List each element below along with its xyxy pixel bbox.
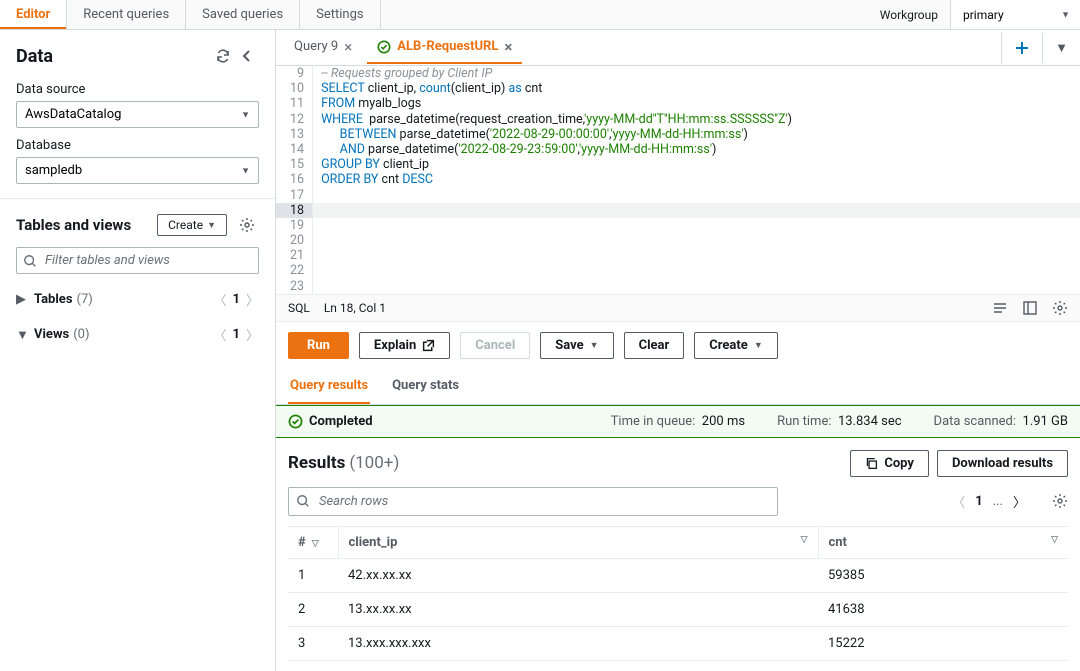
nav-tab-editor[interactable]: Editor: [0, 0, 67, 29]
completion-bar: Completed Time in queue: 200 ms Run time…: [276, 405, 1080, 438]
sidebar: Data Data source AwsDataCatalog Database…: [0, 30, 276, 671]
run-button[interactable]: Run: [288, 332, 349, 359]
close-icon[interactable]: ×: [344, 38, 352, 56]
create-table-button[interactable]: Create▼: [157, 214, 227, 236]
nav-tab-saved[interactable]: Saved queries: [186, 0, 300, 29]
tab-query-stats[interactable]: Query stats: [390, 369, 461, 404]
code-editor[interactable]: 91011121314151617181920212223 -- Request…: [276, 66, 1080, 294]
gear-icon[interactable]: [235, 213, 259, 237]
query-tab-0[interactable]: Query 9 ×: [284, 32, 362, 64]
layout-icon[interactable]: [1022, 300, 1038, 316]
nav-tab-recent[interactable]: Recent queries: [67, 0, 186, 29]
prev-page-icon[interactable]: 〈: [214, 290, 227, 309]
status-text: Completed: [309, 414, 373, 429]
results-table: #▽ client_ip▽ cnt▽ 142.xx.xx.xx59385213.…: [288, 526, 1068, 661]
workgroup-label: Workgroup: [868, 0, 950, 29]
nav-tab-settings[interactable]: Settings: [300, 0, 380, 29]
tables-tree-node[interactable]: ▶ Tables (7) 〈 1 〉: [16, 282, 259, 317]
tables-views-title: Tables and views: [16, 216, 149, 234]
chevron-right-icon: ▶: [16, 292, 28, 307]
explain-button[interactable]: Explain: [359, 332, 450, 359]
query-tabs: Query 9 × ALB-RequestURL × ▼: [276, 30, 1080, 66]
views-tree-node[interactable]: ▼ Views (0) 〈 1 〉: [16, 317, 259, 352]
download-button[interactable]: Download results: [937, 450, 1068, 477]
results-pagination: 〈 1 ... 〉: [952, 492, 1068, 511]
filter-tables-input[interactable]: [16, 247, 259, 274]
data-source-select[interactable]: AwsDataCatalog: [16, 101, 259, 128]
refresh-icon[interactable]: [211, 44, 235, 68]
search-rows-input[interactable]: [288, 487, 778, 516]
table-row[interactable]: 313.xxx.xxx.xxx15222: [288, 626, 1068, 660]
table-row[interactable]: 142.xx.xx.xx59385: [288, 558, 1068, 592]
prev-page-icon[interactable]: 〈: [952, 492, 965, 511]
add-tab-button[interactable]: [1001, 33, 1042, 63]
database-label: Database: [16, 138, 259, 153]
prev-page-icon[interactable]: 〈: [214, 325, 227, 344]
copy-button[interactable]: Copy: [850, 450, 929, 477]
query-tab-1[interactable]: ALB-RequestURL ×: [367, 32, 522, 64]
workgroup-select[interactable]: primary: [950, 0, 1080, 29]
action-bar: Run Explain Cancel Save▼ Clear Create▼: [276, 322, 1080, 369]
table-row[interactable]: 213.xx.xx.xx41638: [288, 592, 1068, 626]
next-page-icon[interactable]: 〉: [1013, 492, 1026, 511]
search-icon: [23, 254, 37, 268]
cursor-pos: Ln 18, Col 1: [324, 301, 386, 315]
editor-statusbar: SQL Ln 18, Col 1: [276, 294, 1080, 322]
col-cnt[interactable]: cnt▽: [818, 526, 1068, 558]
lang-indicator: SQL: [288, 301, 310, 315]
results-title: Results: [288, 453, 345, 473]
tab-menu-button[interactable]: ▼: [1042, 33, 1080, 63]
top-nav: Editor Recent queries Saved queries Sett…: [0, 0, 1080, 30]
chevron-down-icon: ▼: [16, 327, 28, 343]
close-icon[interactable]: ×: [504, 38, 512, 56]
results-count: (100+): [349, 453, 399, 473]
gear-icon[interactable]: [1052, 300, 1068, 316]
create-button[interactable]: Create▼: [694, 332, 777, 359]
next-page-icon[interactable]: 〉: [246, 325, 259, 344]
data-source-label: Data source: [16, 82, 259, 97]
gear-icon[interactable]: [1052, 493, 1068, 509]
result-tabs: Query results Query stats: [276, 369, 1080, 405]
next-page-icon[interactable]: 〉: [246, 290, 259, 309]
col-client-ip[interactable]: client_ip▽: [338, 526, 818, 558]
cancel-button: Cancel: [460, 332, 530, 359]
sidebar-title: Data: [16, 46, 211, 67]
save-button[interactable]: Save▼: [540, 332, 613, 359]
check-circle-icon: [288, 414, 303, 429]
database-select[interactable]: sampledb: [16, 157, 259, 184]
tab-query-results[interactable]: Query results: [288, 369, 370, 404]
check-circle-icon: [377, 40, 391, 54]
search-icon: [296, 494, 310, 508]
col-index[interactable]: #▽: [288, 526, 338, 558]
clear-button[interactable]: Clear: [624, 332, 685, 359]
collapse-sidebar-icon[interactable]: [235, 44, 259, 68]
wrap-icon[interactable]: [992, 300, 1008, 316]
